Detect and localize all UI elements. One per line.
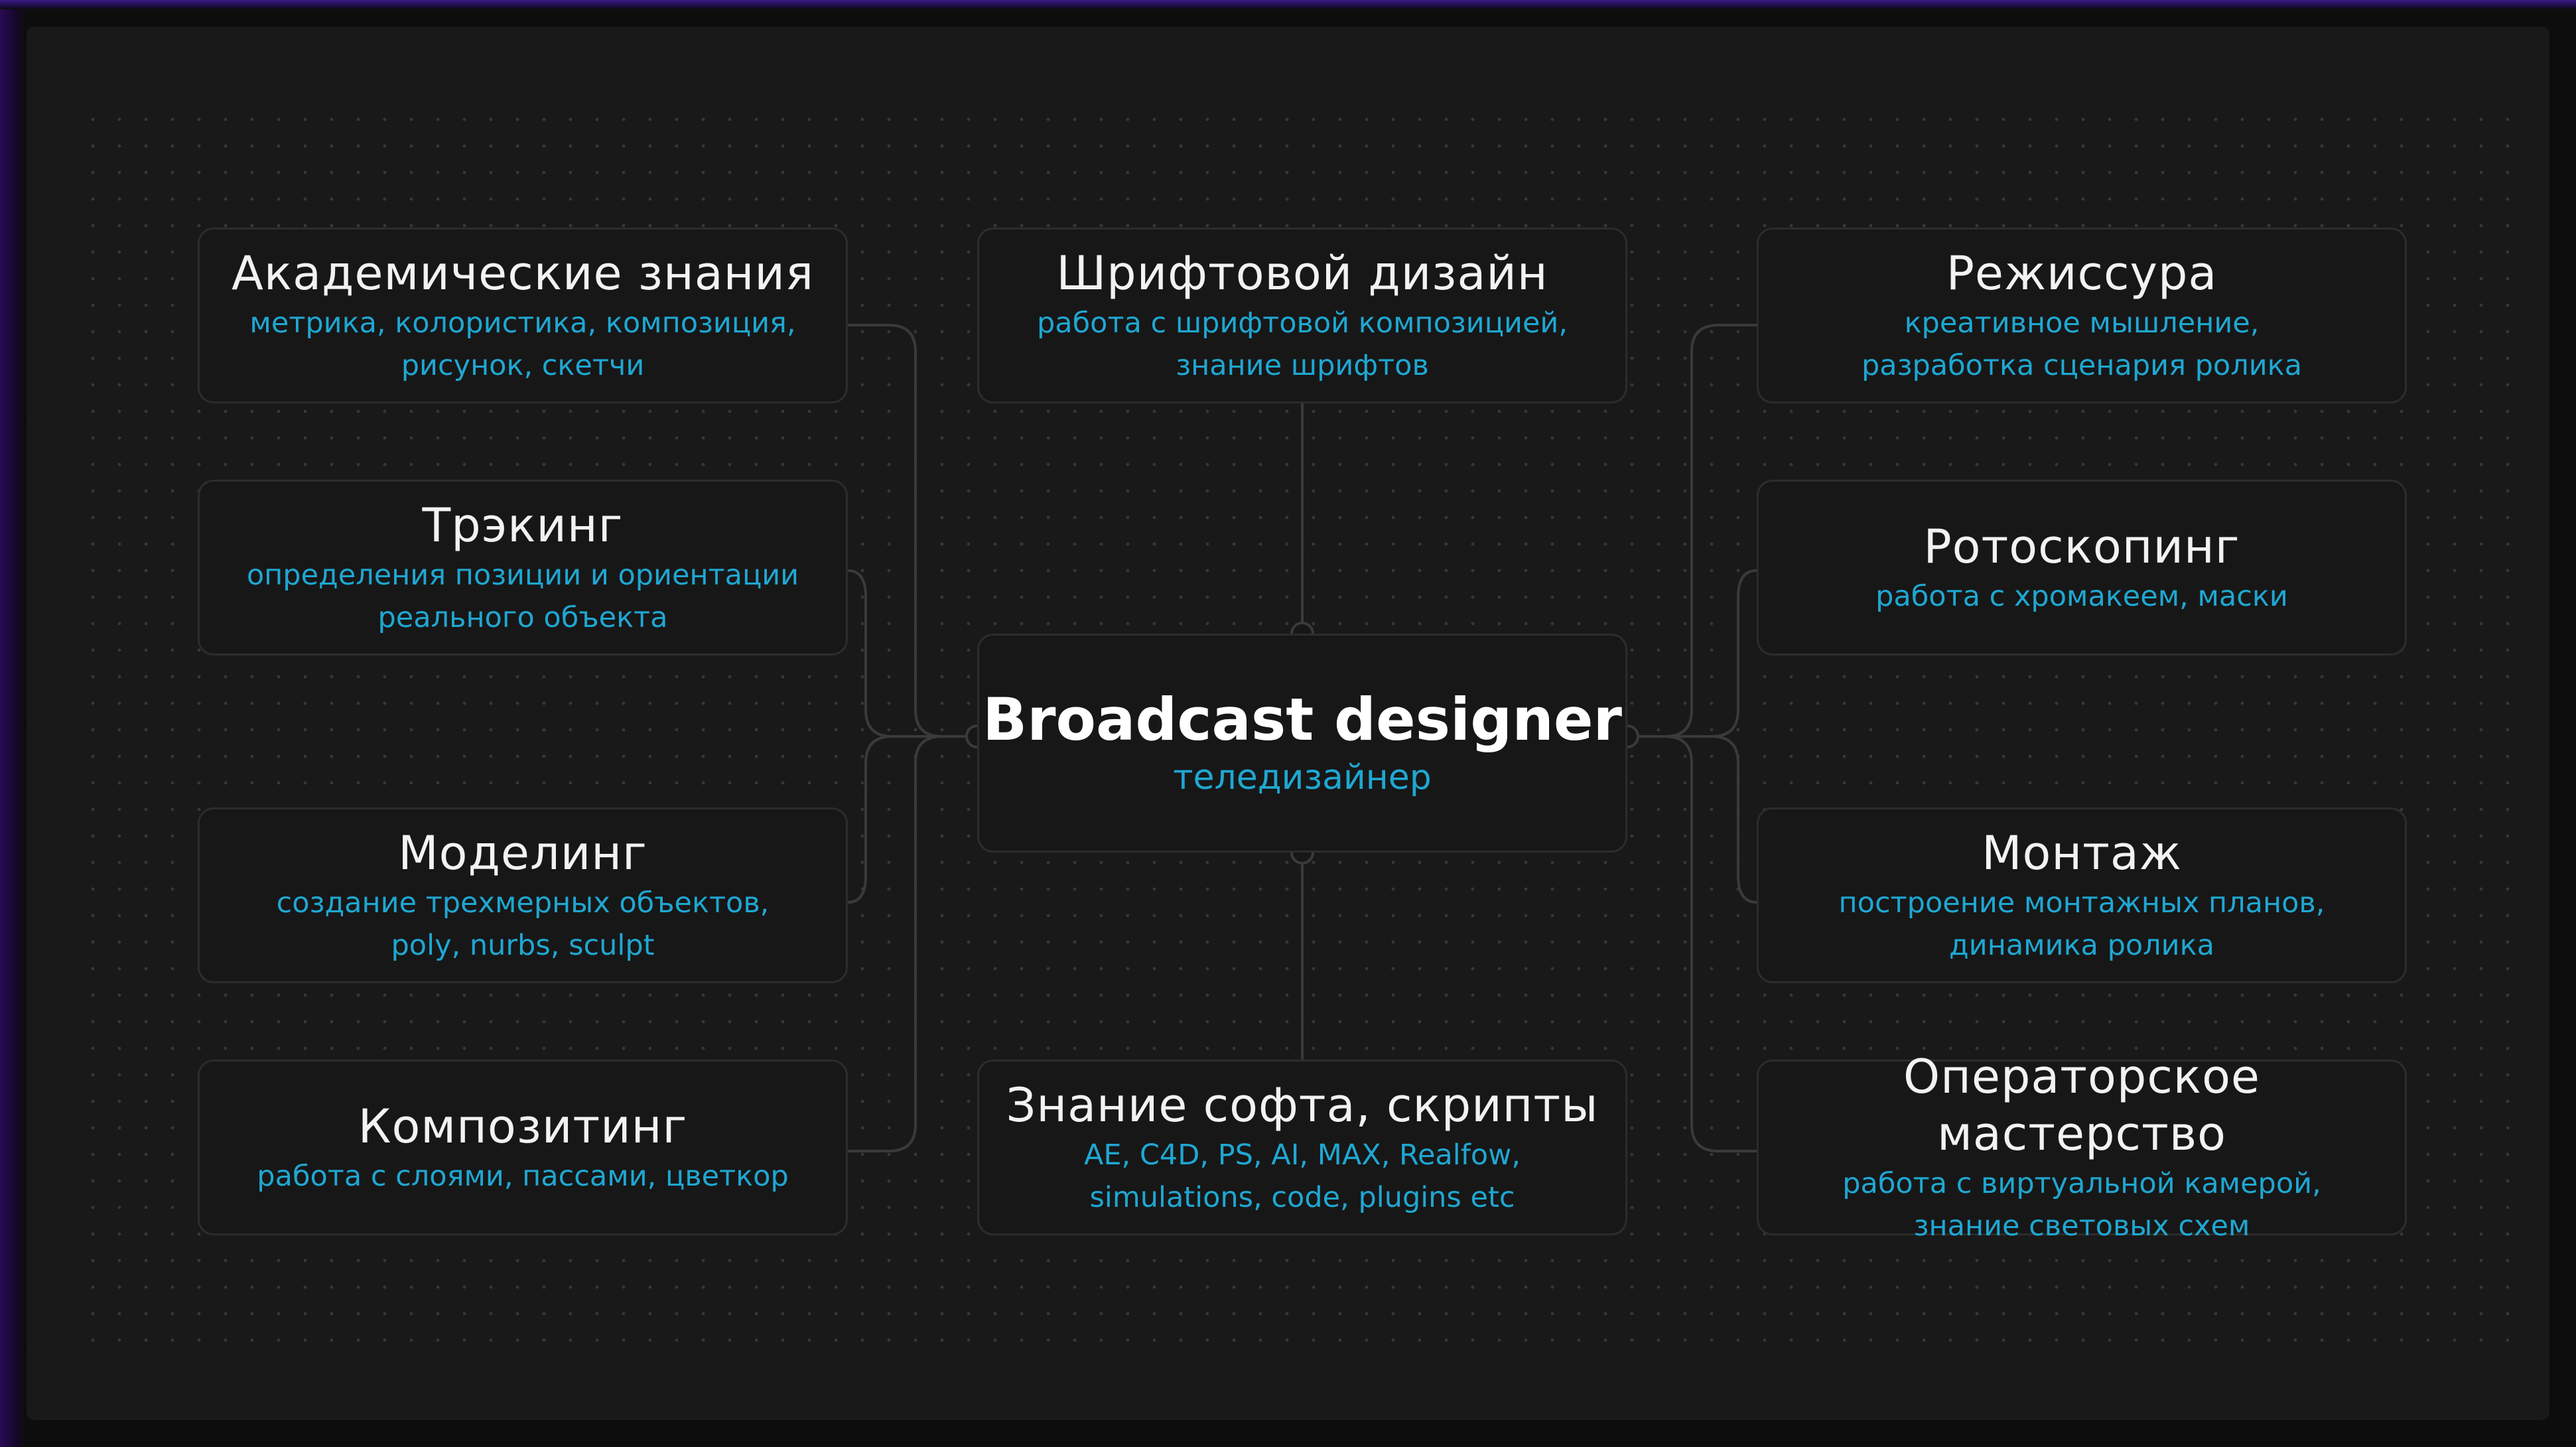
- card-title: Шрифтовой дизайн: [1056, 245, 1548, 301]
- card-description: AE, C4D, PS, AI, MAX, Realfow, simulatio…: [1083, 1138, 1521, 1214]
- center-title: Broadcast designer: [983, 685, 1622, 754]
- center-subtitle: теледизайнер: [1173, 758, 1432, 797]
- card-description: метрика, колористика, композиция, рисуно…: [249, 306, 796, 382]
- connector-compositing: [848, 735, 977, 1152]
- card-rotoscoping: Ротоскопинг работа с хромакеем, маски: [1757, 480, 2407, 655]
- card-title: Трэкинг: [422, 498, 624, 553]
- card-tracking: Трэкинг определения позиции и ориентации…: [198, 480, 848, 655]
- card-title: Моделинг: [398, 825, 647, 880]
- card-description: определения позиции и ориентации реально…: [246, 558, 799, 634]
- card-title: Операторское мастерство: [1903, 1049, 2260, 1161]
- card-description: работа с шрифтовой композицией, знание ш…: [1036, 306, 1568, 382]
- card-description: работа с виртуальной камерой, знание све…: [1842, 1166, 2321, 1243]
- center-node: Broadcast designer теледизайнер: [977, 634, 1627, 853]
- card-camerawork: Операторское мастерство работа с виртуал…: [1757, 1050, 2407, 1243]
- card-modeling: Моделинг создание трехмерных объектов, p…: [198, 807, 848, 983]
- card-description: работа с хромакеем, маски: [1875, 579, 2288, 613]
- card-title: Композитинг: [358, 1099, 688, 1154]
- card-title: Монтаж: [1982, 825, 2182, 880]
- card-editing: Монтаж построение монтажных планов, дина…: [1757, 807, 2407, 983]
- card-description: создание трехмерных объектов, poly, nurb…: [276, 886, 770, 962]
- card-typography: Шрифтовой дизайн работа с шрифтовой комп…: [977, 228, 1627, 403]
- card-title: Знание софта, скрипты: [1006, 1077, 1599, 1133]
- card-description: построение монтажных планов, динамика ро…: [1838, 886, 2325, 962]
- card-description: креативное мышление, разработка сценария…: [1862, 306, 2302, 382]
- card-description: работа с слоями, пассами, цветкор: [257, 1159, 789, 1193]
- card-title: Режиссура: [1946, 245, 2218, 301]
- card-directing: Режиссура креативное мышление, разработк…: [1757, 228, 2407, 403]
- card-academic: Академические знания метрика, колористик…: [198, 228, 848, 403]
- card-compositing: Композитинг работа с слоями, пассами, цв…: [198, 1060, 848, 1235]
- card-title: Ротоскопинг: [1923, 519, 2240, 574]
- connector-modeling: [847, 735, 977, 904]
- card-title: Академические знания: [231, 245, 815, 301]
- card-software: Знание софта, скрипты AE, C4D, PS, AI, M…: [977, 1060, 1627, 1235]
- connector-academic: [848, 324, 977, 738]
- connector-tracking: [847, 569, 977, 738]
